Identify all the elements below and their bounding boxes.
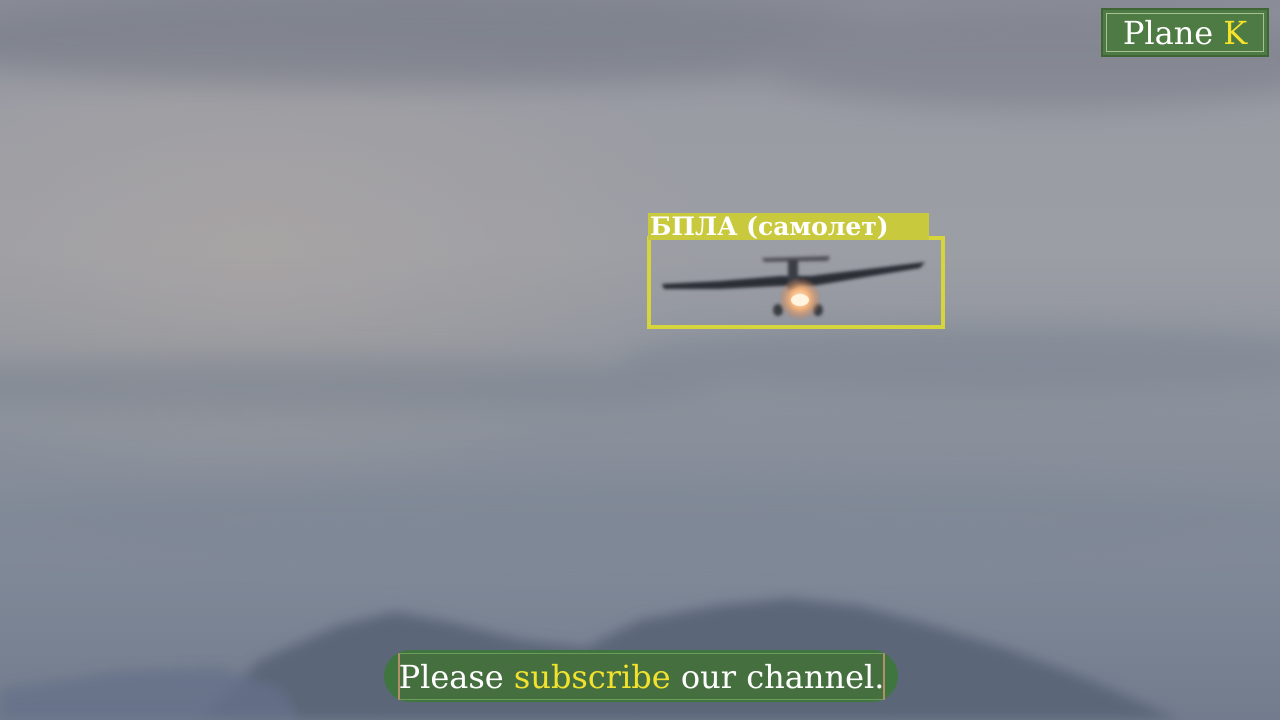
video-frame: Plane K БПЛА (самолет) Please subscribe o… [0,0,1280,720]
banner-highlight: subscribe [513,657,671,696]
subscribe-banner-text: Please subscribe our channel. [399,661,885,693]
watermark-name: Plane [1122,13,1214,52]
detection-bounding-box [647,236,945,329]
watermark-text: Plane K [1123,17,1247,49]
subscribe-banner: Please subscribe our channel. [398,653,885,700]
banner-after: our channel. [680,657,885,696]
detection-label: БПЛА (самолет) [648,213,929,240]
channel-watermark: Plane K [1101,8,1269,57]
sky-scene [0,0,1280,720]
banner-before: Please [398,657,504,696]
watermark-letter: K [1223,13,1248,52]
